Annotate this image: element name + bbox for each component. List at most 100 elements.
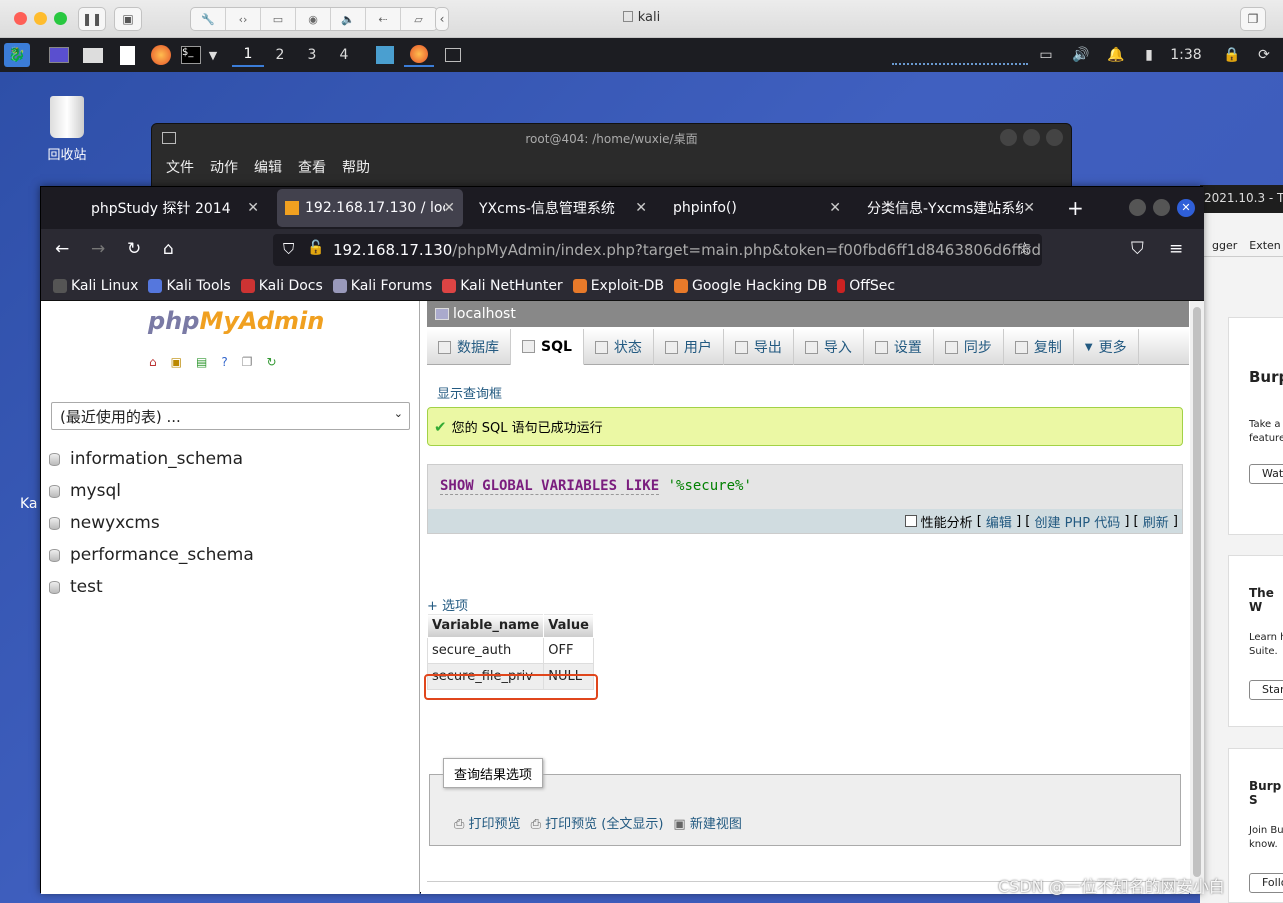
print-preview-full-link[interactable]: ⎙ 打印预览 (全文显示) bbox=[531, 813, 664, 832]
volume-icon[interactable]: 🔊 bbox=[1070, 43, 1092, 67]
bookmark-exploit-db[interactable]: Exploit-DB bbox=[572, 278, 664, 294]
maximize-button[interactable] bbox=[1023, 129, 1040, 146]
minimize-button[interactable] bbox=[1129, 199, 1146, 216]
display-icon[interactable]: ▭ bbox=[1036, 43, 1056, 67]
tab-yxcms[interactable]: YXcms-信息管理系统 ✕ bbox=[469, 189, 655, 227]
chevron-down-icon[interactable]: ▼ bbox=[206, 43, 220, 67]
burp-card-button[interactable]: Follo bbox=[1249, 873, 1283, 893]
close-tab-icon[interactable]: ✕ bbox=[247, 200, 259, 216]
insecure-lock-icon[interactable]: 🔓 bbox=[307, 240, 324, 256]
battery-icon[interactable]: ▮ bbox=[1140, 43, 1158, 67]
home-icon[interactable]: ⌂ bbox=[149, 355, 157, 369]
logout-icon[interactable]: ▣ bbox=[171, 355, 182, 369]
bookmark-google-hacking-db[interactable]: Google Hacking DB bbox=[673, 278, 827, 294]
create-php-code-link[interactable]: 创建 PHP 代码 bbox=[1034, 512, 1120, 531]
options-link[interactable]: + 选项 bbox=[427, 595, 468, 614]
bookmark-kali-forums[interactable]: Kali Forums bbox=[332, 278, 432, 294]
kali-menu-icon[interactable]: 🐉 bbox=[4, 43, 30, 67]
bookmark-star-icon[interactable]: ☆ bbox=[1017, 239, 1032, 259]
workspace-1[interactable]: 1 bbox=[232, 43, 264, 67]
trash-desktop-icon[interactable]: 回收站 bbox=[40, 96, 94, 163]
burp-task-icon[interactable] bbox=[374, 43, 396, 67]
close-tab-icon[interactable]: ✕ bbox=[635, 200, 647, 216]
scrollbar[interactable] bbox=[1190, 301, 1204, 894]
refresh-link[interactable]: 刷新 bbox=[1143, 512, 1169, 531]
workspace-2[interactable]: 2 bbox=[264, 43, 296, 67]
scrollbar-thumb[interactable] bbox=[1193, 307, 1201, 877]
file-manager-icon[interactable] bbox=[82, 43, 104, 67]
db-item[interactable]: newyxcms bbox=[49, 513, 160, 533]
tab-sql[interactable]: SQL bbox=[511, 329, 584, 365]
menu-actions[interactable]: 动作 bbox=[210, 157, 238, 177]
reload-icon[interactable]: ↻ bbox=[127, 239, 141, 259]
edit-link[interactable]: 编辑 bbox=[986, 512, 1012, 531]
close-window-icon[interactable]: ✕ bbox=[1177, 199, 1195, 217]
show-desktop-icon[interactable] bbox=[48, 43, 70, 67]
back-icon[interactable]: ← bbox=[55, 239, 69, 259]
recent-tables-select[interactable]: (最近使用的表) ... ⌄ bbox=[51, 402, 410, 430]
tab-sync[interactable]: 同步 bbox=[934, 329, 1004, 365]
tab-phpinfo[interactable]: phpinfo() ✕ bbox=[663, 189, 849, 227]
close-tab-icon[interactable]: ✕ bbox=[829, 200, 841, 216]
tab-databases[interactable]: 数据库 bbox=[427, 329, 511, 365]
firefox-task-icon[interactable] bbox=[404, 43, 434, 67]
terminal-icon[interactable]: $_ bbox=[180, 43, 202, 67]
tab-settings[interactable]: 设置 bbox=[864, 329, 934, 365]
tab-replication[interactable]: 复制 bbox=[1004, 329, 1074, 365]
forward-icon[interactable]: → bbox=[91, 239, 105, 259]
hamburger-menu-icon[interactable]: ≡ bbox=[1169, 239, 1183, 259]
clock[interactable]: 1:38 bbox=[1166, 43, 1206, 67]
tab-more[interactable]: ▼ 更多 bbox=[1074, 329, 1139, 365]
fullscreen-icon[interactable]: ❐ bbox=[1240, 7, 1266, 31]
bookmark-kali-docs[interactable]: Kali Docs bbox=[240, 278, 323, 294]
db-item[interactable]: performance_schema bbox=[49, 545, 254, 565]
tab-phpstudy[interactable]: phpStudy 探针 2014 ✕ bbox=[81, 189, 267, 227]
docs-icon[interactable]: ? bbox=[221, 355, 227, 369]
tab-users[interactable]: 用户 bbox=[654, 329, 724, 365]
terminal-task-icon[interactable] bbox=[442, 43, 464, 67]
copy-icon[interactable]: ❐ bbox=[242, 355, 253, 369]
shield-icon[interactable]: ⛉ bbox=[283, 240, 294, 258]
new-tab-button[interactable]: + bbox=[1057, 189, 1087, 227]
url-bar[interactable]: ⛉ 🔓 192.168.17.130/phpMyAdmin/index.php?… bbox=[273, 234, 1042, 266]
minimize-button[interactable] bbox=[1000, 129, 1017, 146]
maximize-button[interactable] bbox=[1153, 199, 1170, 216]
column-header[interactable]: Variable_name bbox=[426, 613, 545, 638]
close-tab-icon[interactable]: ✕ bbox=[1023, 200, 1035, 216]
reload-icon[interactable]: ↻ bbox=[266, 355, 276, 369]
burp-tab-extender[interactable]: Exten bbox=[1249, 239, 1281, 252]
tab-status[interactable]: 状态 bbox=[584, 329, 654, 365]
pma-logo[interactable]: phpMyAdmin bbox=[148, 307, 324, 335]
logout-icon[interactable]: ⟳ bbox=[1254, 43, 1274, 67]
bookmark-kali-nethunter[interactable]: Kali NetHunter bbox=[442, 278, 563, 294]
db-item[interactable]: information_schema bbox=[49, 449, 243, 469]
server-breadcrumb[interactable]: localhost bbox=[427, 301, 1189, 327]
query-window-icon[interactable]: ▤ bbox=[196, 355, 207, 369]
text-editor-icon[interactable] bbox=[116, 43, 138, 67]
close-tab-icon[interactable]: ✕ bbox=[443, 200, 455, 216]
bookmark-offsec[interactable]: OffSec bbox=[837, 278, 895, 294]
profiling-checkbox[interactable] bbox=[904, 515, 917, 527]
db-item[interactable]: test bbox=[49, 577, 103, 597]
workspace-3[interactable]: 3 bbox=[296, 43, 328, 67]
burp-tab-logger[interactable]: gger bbox=[1212, 239, 1237, 252]
tab-yxcms-category[interactable]: 分类信息-Yxcms建站系统 ✕ bbox=[857, 189, 1043, 227]
pocket-icon[interactable]: ⛉ bbox=[1131, 239, 1144, 259]
bookmark-kali-tools[interactable]: Kali Tools bbox=[148, 278, 231, 294]
menu-file[interactable]: 文件 bbox=[166, 157, 194, 177]
create-view-link[interactable]: ▣ 新建视图 bbox=[673, 813, 741, 832]
workspace-4[interactable]: 4 bbox=[328, 43, 360, 67]
menu-help[interactable]: 帮助 bbox=[342, 157, 370, 177]
bookmark-kali-linux[interactable]: Kali Linux bbox=[53, 278, 138, 294]
db-item[interactable]: mysql bbox=[49, 481, 121, 501]
menu-view[interactable]: 查看 bbox=[298, 157, 326, 177]
tab-phpmyadmin[interactable]: 192.168.17.130 / local✕ bbox=[277, 189, 463, 227]
show-query-box-link[interactable]: 显示查询框 bbox=[437, 383, 502, 402]
print-preview-link[interactable]: ⎙ 打印预览 bbox=[454, 813, 521, 832]
column-header[interactable]: Value bbox=[543, 613, 594, 638]
burp-card-button[interactable]: Star bbox=[1249, 680, 1283, 700]
tab-export[interactable]: 导出 bbox=[724, 329, 794, 365]
burp-card-button[interactable]: Wat bbox=[1249, 464, 1283, 484]
firefox-icon[interactable] bbox=[150, 43, 172, 67]
tab-import[interactable]: 导入 bbox=[794, 329, 864, 365]
